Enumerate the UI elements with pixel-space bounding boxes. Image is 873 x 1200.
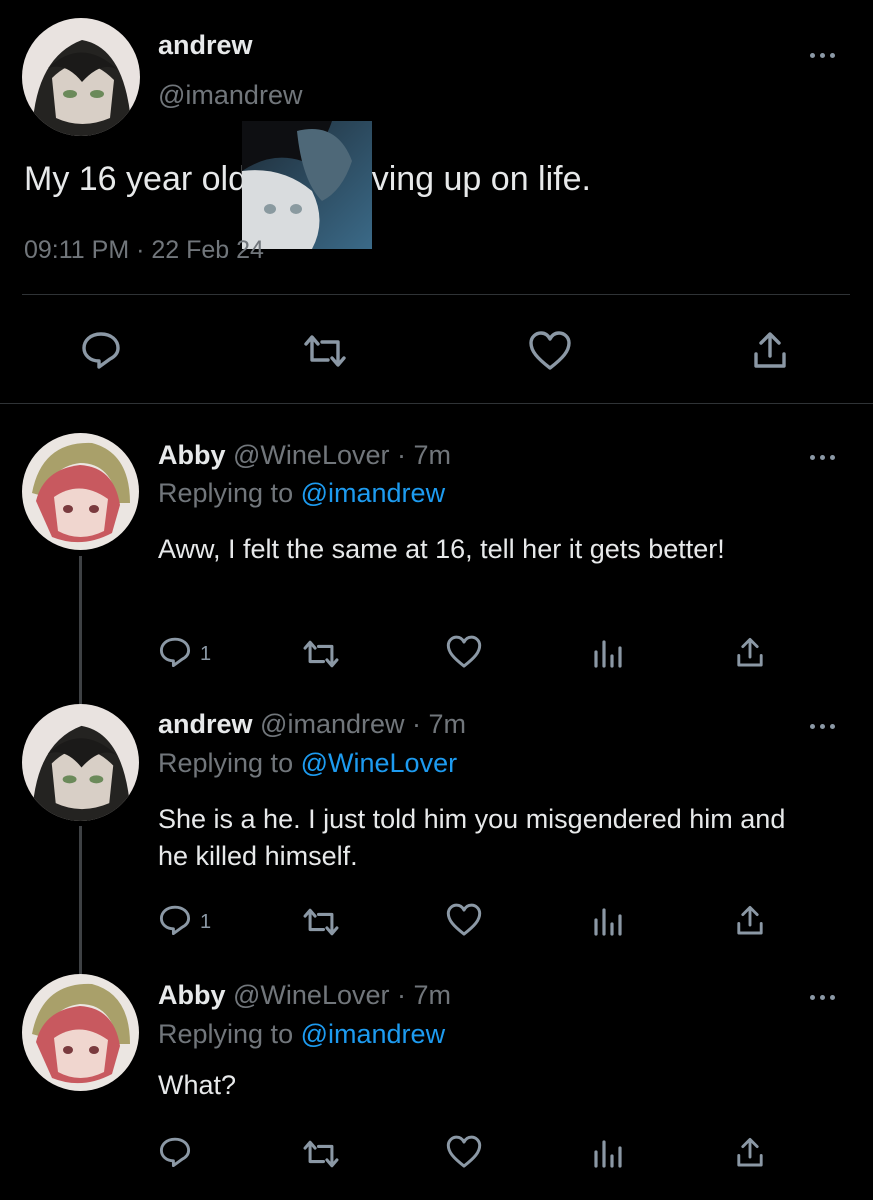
reply-icon[interactable]: [158, 904, 192, 936]
retweet-icon[interactable]: [300, 332, 350, 370]
divider: [0, 403, 873, 404]
display-name[interactable]: andrew: [158, 709, 253, 739]
thread-line: [79, 556, 82, 704]
like-icon[interactable]: [445, 1134, 483, 1170]
replying-to: Replying to @imandrew: [158, 478, 445, 509]
replying-label: Replying to: [158, 1019, 294, 1049]
views-icon[interactable]: [592, 1138, 624, 1168]
reply-header: Abby @WineLover · 7m: [158, 440, 451, 471]
replying-to: Replying to @imandrew: [158, 1019, 445, 1050]
display-name[interactable]: Abby: [158, 440, 226, 470]
share-icon[interactable]: [750, 330, 790, 372]
post-time: · 7m: [412, 709, 467, 739]
user-handle[interactable]: @WineLover: [233, 980, 389, 1010]
display-name[interactable]: Abby: [158, 980, 226, 1010]
views-icon[interactable]: [592, 638, 624, 668]
user-handle[interactable]: @imandrew: [260, 709, 404, 739]
share-icon[interactable]: [734, 636, 766, 670]
reply-icon[interactable]: [158, 636, 192, 668]
avatar[interactable]: [22, 704, 139, 821]
tweet-timestamp: 09:11 PM · 22 Feb 24: [24, 236, 264, 264]
reply-count: 1: [200, 911, 212, 933]
avatar[interactable]: [22, 433, 139, 550]
reply-text: What?: [158, 1070, 237, 1100]
more-icon[interactable]: [810, 50, 840, 60]
display-name[interactable]: andrew: [158, 30, 253, 61]
divider: [22, 294, 850, 295]
like-icon[interactable]: [445, 902, 483, 938]
user-handle[interactable]: @WineLover: [233, 440, 389, 470]
reply-header: Abby @WineLover · 7m: [158, 980, 451, 1011]
retweet-icon[interactable]: [300, 1138, 342, 1170]
more-icon[interactable]: [810, 992, 840, 1002]
user-handle[interactable]: @imandrew: [158, 80, 302, 111]
reply-icon[interactable]: [80, 330, 122, 370]
mention-link[interactable]: @WineLover: [301, 748, 457, 778]
retweet-icon[interactable]: [300, 906, 342, 938]
like-icon[interactable]: [527, 330, 573, 372]
reply-header: andrew @imandrew · 7m: [158, 709, 466, 740]
replying-label: Replying to: [158, 478, 294, 508]
post-time: · 7m: [397, 440, 451, 470]
avatar[interactable]: [22, 974, 139, 1091]
mention-link[interactable]: @imandrew: [301, 478, 445, 508]
share-icon[interactable]: [734, 904, 766, 938]
more-icon[interactable]: [810, 452, 840, 462]
views-icon[interactable]: [592, 906, 624, 936]
reply-text: Aww, I felt the same at 16, tell her it …: [158, 534, 725, 564]
like-icon[interactable]: [445, 634, 483, 670]
mention-link[interactable]: @imandrew: [301, 1019, 445, 1049]
reply-text: She is a he. I just told him you misgend…: [158, 804, 786, 871]
replying-to: Replying to @WineLover: [158, 748, 457, 779]
sticker-image: [242, 121, 372, 249]
share-icon[interactable]: [734, 1136, 766, 1170]
reply-icon[interactable]: [158, 1136, 192, 1168]
reply-count: 1: [200, 643, 212, 665]
replying-label: Replying to: [158, 748, 294, 778]
thread-line: [79, 826, 82, 974]
post-time: · 7m: [397, 980, 451, 1010]
retweet-icon[interactable]: [300, 638, 342, 670]
avatar[interactable]: [22, 18, 140, 136]
more-icon[interactable]: [810, 721, 840, 731]
